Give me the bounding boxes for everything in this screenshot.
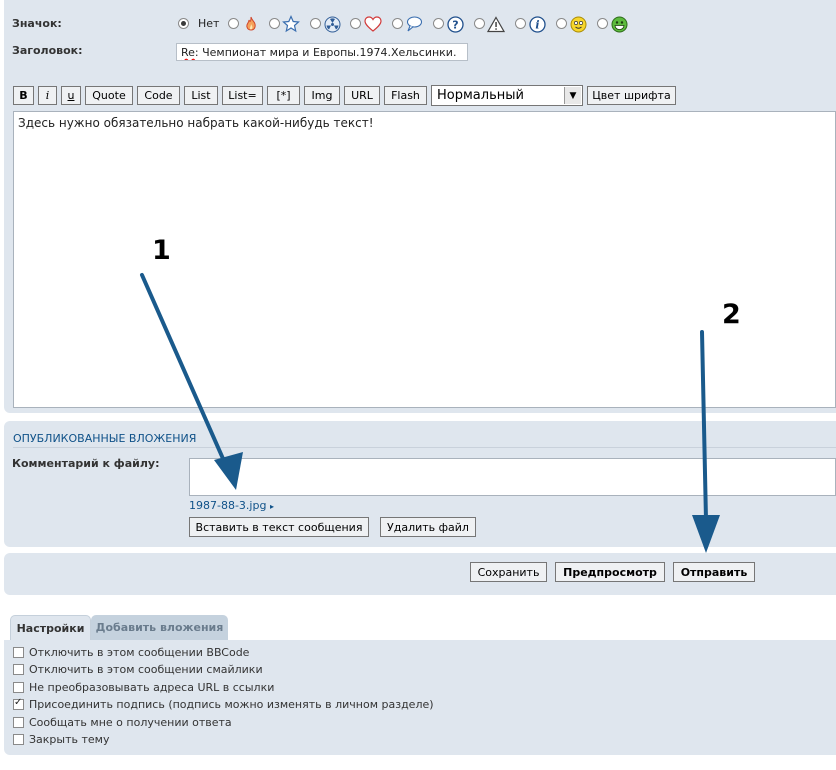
attachment-file-link[interactable]: 1987-88-3.jpg ▸	[189, 499, 274, 512]
quote-button[interactable]: Quote	[85, 86, 133, 105]
option-lock-topic[interactable]: Закрыть тему	[13, 731, 109, 747]
option-label: Не преобразовывать адреса URL в ссылки	[29, 680, 275, 694]
checkbox[interactable]	[13, 716, 24, 728]
chevron-down-icon: ▼	[564, 87, 581, 104]
icon-radio-none[interactable]	[178, 18, 189, 29]
fire-icon	[242, 15, 260, 33]
info-icon: i	[528, 15, 546, 33]
option-disable-magic-url[interactable]: Не преобразовывать адреса URL в ссылки	[13, 679, 274, 695]
list-item-button[interactable]: [*]	[267, 86, 300, 105]
grin-smiley-icon	[610, 15, 628, 33]
option-disable-smilies[interactable]: Отключить в этом сообщении смайлики	[13, 661, 263, 677]
icon-none-label: Нет	[198, 17, 220, 30]
icon-radio-fire[interactable]	[228, 18, 239, 29]
font-size-select[interactable]: Нормальный ▼	[431, 85, 583, 106]
question-icon: ?	[446, 15, 464, 33]
checkbox[interactable]	[13, 663, 24, 675]
delete-file-button[interactable]: Удалить файл	[380, 517, 476, 537]
icon-radio-radioactive[interactable]	[310, 18, 321, 29]
flash-button[interactable]: Flash	[384, 86, 427, 105]
url-button[interactable]: URL	[344, 86, 380, 105]
subject-input[interactable]: Re: Чемпионат мира и Европы.1974.Хельсин…	[176, 43, 468, 61]
submit-button[interactable]: Отправить	[673, 562, 755, 582]
attachment-file-name: 1987-88-3.jpg	[189, 499, 267, 512]
font-color-button[interactable]: Цвет шрифта	[587, 86, 676, 105]
underline-button[interactable]: u	[61, 86, 81, 105]
warning-icon	[487, 15, 505, 33]
icon-radio-speech[interactable]	[392, 18, 403, 29]
tab-add-attachments[interactable]: Добавить вложения	[91, 615, 228, 640]
attachments-title: ОПУБЛИКОВАННЫЕ ВЛОЖЕНИЯ	[13, 432, 197, 445]
speech-bubble-icon	[405, 15, 423, 33]
svg-text:?: ?	[452, 18, 458, 31]
subject-label: Заголовок:	[12, 44, 83, 57]
icon-radio-info[interactable]	[515, 18, 526, 29]
svg-text:i: i	[535, 18, 539, 31]
tab-settings[interactable]: Настройки	[10, 615, 91, 641]
icon-label: Значок:	[12, 17, 62, 30]
lightbulb-smiley-icon	[569, 15, 587, 33]
checkbox[interactable]	[13, 646, 24, 658]
star-icon	[282, 15, 300, 33]
icon-radio-star[interactable]	[269, 18, 280, 29]
icon-radio-lightbulb[interactable]	[556, 18, 567, 29]
option-disable-bbcode[interactable]: Отключить в этом сообщении BBCode	[13, 644, 249, 660]
italic-button[interactable]: i	[38, 86, 57, 105]
message-text: Здесь нужно обязательно набрать какой-ни…	[18, 116, 374, 130]
icon-radio-question[interactable]	[433, 18, 444, 29]
external-link-icon: ▸	[269, 502, 274, 511]
checkbox[interactable]	[13, 733, 24, 745]
option-label: Отключить в этом сообщении смайлики	[29, 662, 263, 676]
attachments-divider	[13, 447, 836, 448]
save-button[interactable]: Сохранить	[470, 562, 547, 582]
option-label: Сообщать мне о получении ответа	[29, 715, 232, 729]
icon-radio-grin[interactable]	[597, 18, 608, 29]
subject-text: : Чемпионат мира и Европы.1974.Хельсинки…	[194, 46, 457, 59]
option-label: Закрыть тему	[29, 732, 110, 746]
icon-radio-heart[interactable]	[350, 18, 361, 29]
radioactive-icon	[323, 15, 341, 33]
code-button[interactable]: Code	[137, 86, 180, 105]
checkbox[interactable]	[13, 681, 24, 693]
annotation-marker-2: 2	[722, 299, 741, 330]
option-notify-reply[interactable]: Сообщать мне о получении ответа	[13, 714, 232, 730]
icon-radio-warning[interactable]	[474, 18, 485, 29]
heart-icon	[364, 15, 382, 33]
preview-button[interactable]: Предпросмотр	[555, 562, 665, 582]
font-size-value: Нормальный	[437, 88, 524, 103]
message-textarea[interactable]: Здесь нужно обязательно набрать какой-ни…	[13, 111, 836, 408]
option-label: Отключить в этом сообщении BBCode	[29, 645, 250, 659]
insert-inline-button[interactable]: Вставить в текст сообщения	[189, 517, 369, 537]
list-button[interactable]: List	[184, 86, 218, 105]
checkbox-checked[interactable]	[13, 697, 24, 710]
annotation-marker-1: 1	[152, 235, 171, 266]
option-attach-signature[interactable]: Присоединить подпись (подпись можно изме…	[13, 696, 434, 712]
img-button[interactable]: Img	[304, 86, 340, 105]
file-comment-label: Комментарий к файлу:	[12, 457, 160, 470]
option-label: Присоединить подпись (подпись можно изме…	[29, 697, 434, 711]
bold-button[interactable]: B	[13, 86, 34, 105]
list-ordered-button[interactable]: List=	[222, 86, 263, 105]
file-comment-input[interactable]	[189, 458, 836, 496]
subject-re-prefix: Re	[181, 46, 195, 59]
